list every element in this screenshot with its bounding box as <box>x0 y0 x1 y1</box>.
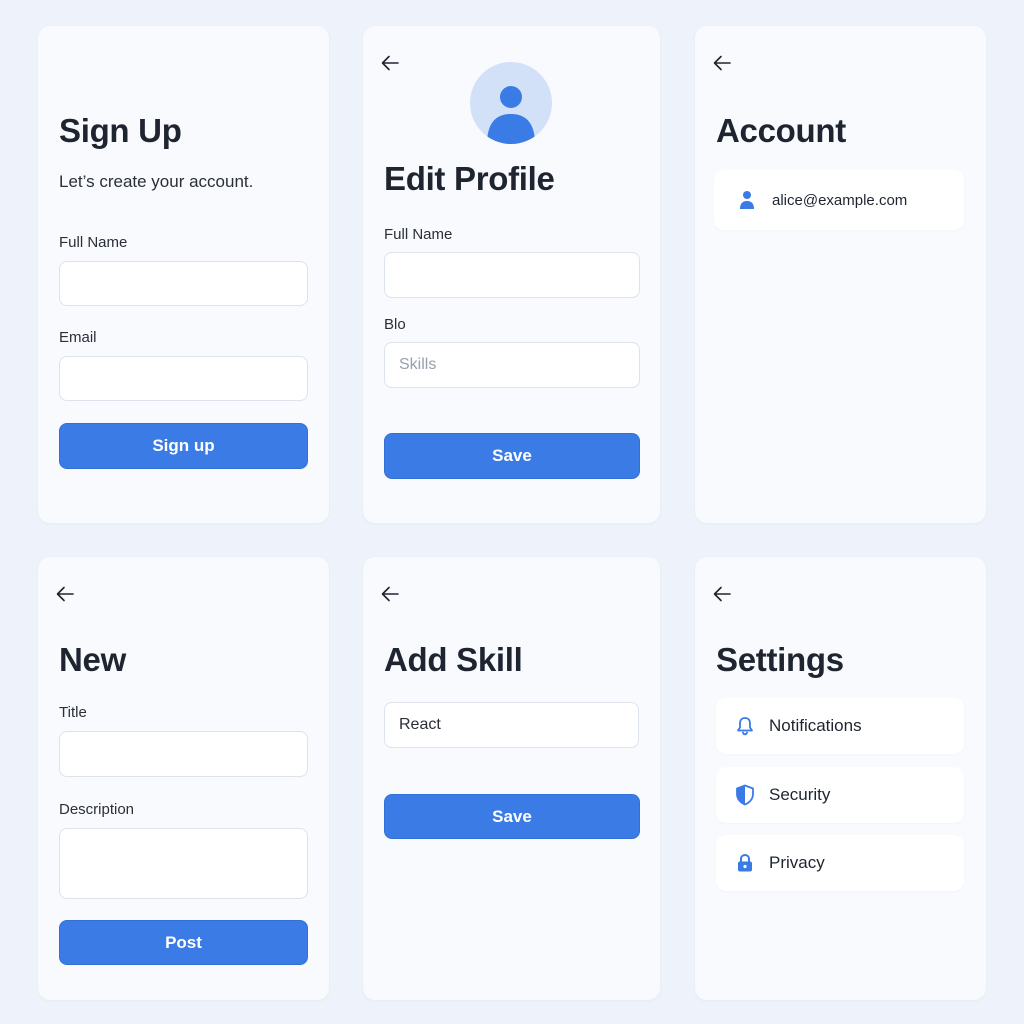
save-button[interactable]: Save <box>384 794 640 839</box>
arrow-left-icon[interactable] <box>712 584 732 604</box>
title-input[interactable] <box>59 731 308 777</box>
full-name-input[interactable] <box>59 261 308 306</box>
settings-item-privacy[interactable]: Privacy <box>716 835 964 891</box>
email-label: Email <box>59 329 97 346</box>
add-skill-title: Add Skill <box>384 641 523 678</box>
account-card: Account alice@example.com <box>695 26 986 523</box>
account-email: alice@example.com <box>772 191 908 209</box>
new-post-title: New <box>59 641 126 678</box>
account-email-row[interactable]: alice@example.com <box>714 170 964 230</box>
post-button[interactable]: Post <box>59 920 308 965</box>
avatar[interactable] <box>470 62 552 144</box>
description-label: Description <box>59 801 135 818</box>
arrow-left-icon[interactable] <box>380 584 400 604</box>
signup-title: Sign Up <box>59 112 182 149</box>
signup-subtitle: Let’s create your account. <box>59 172 254 191</box>
full-name-label: Full Name <box>59 234 128 251</box>
arrow-left-icon[interactable] <box>380 53 400 73</box>
settings-title: Settings <box>716 641 844 678</box>
skill-input[interactable]: React <box>384 702 639 748</box>
add-skill-card: Add Skill React Save <box>363 557 660 1000</box>
arrow-left-icon[interactable] <box>712 53 732 73</box>
shield-icon <box>734 784 756 806</box>
signup-card: Sign Up Let’s create your account. Full … <box>38 26 329 523</box>
settings-item-security[interactable]: Security <box>716 767 964 823</box>
bio-input[interactable]: Skills <box>384 342 640 388</box>
description-input[interactable] <box>59 828 308 899</box>
title-label: Title <box>59 704 87 721</box>
user-icon <box>736 189 758 211</box>
lock-icon <box>734 852 756 874</box>
settings-card: Settings Notifications Security Privacy <box>695 557 986 1000</box>
full-name-input[interactable] <box>384 252 640 298</box>
user-icon <box>487 86 535 144</box>
edit-profile-card: Edit Profile Full Name Blo Skills Save <box>363 26 660 523</box>
account-title: Account <box>716 112 846 149</box>
full-name-label: Full Name <box>384 226 453 243</box>
email-input[interactable] <box>59 356 308 401</box>
arrow-left-icon[interactable] <box>55 584 75 604</box>
save-button[interactable]: Save <box>384 433 640 479</box>
edit-profile-title: Edit Profile <box>384 160 555 197</box>
bio-label: Blo <box>384 316 406 333</box>
settings-item-label: Security <box>769 785 831 804</box>
settings-item-notifications[interactable]: Notifications <box>716 698 964 754</box>
settings-item-label: Privacy <box>769 853 825 872</box>
new-post-card: New Title Description Post <box>38 557 329 1000</box>
settings-item-label: Notifications <box>769 716 862 735</box>
sign-up-button[interactable]: Sign up <box>59 423 308 469</box>
bell-icon <box>734 715 756 737</box>
